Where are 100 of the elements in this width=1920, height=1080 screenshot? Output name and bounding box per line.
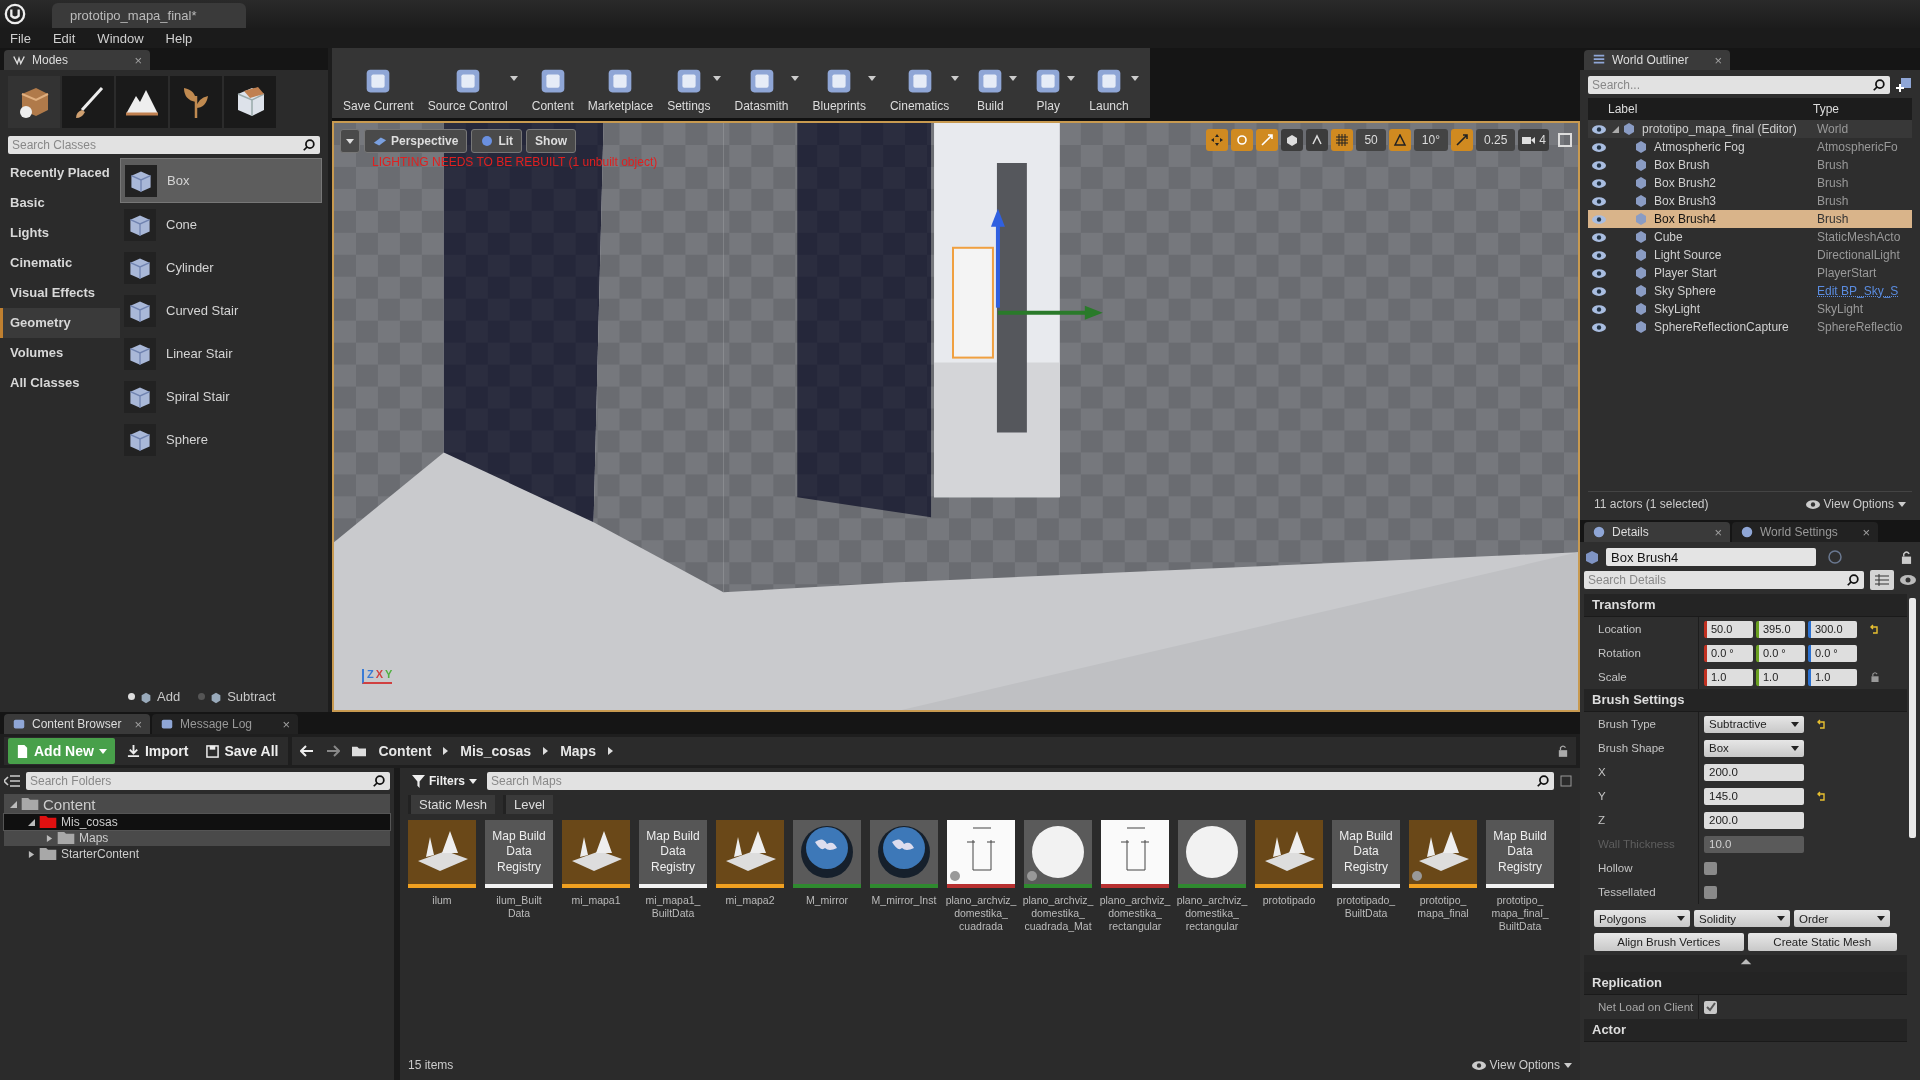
checkbox[interactable]	[1704, 861, 1717, 875]
asset-tile[interactable]: mi_mapa1	[562, 820, 630, 908]
paint-mode-button[interactable]	[62, 76, 114, 128]
folder-item[interactable]: Content	[4, 794, 390, 814]
outliner-row[interactable]: Atmospheric Fog AtmosphericFo	[1588, 138, 1912, 156]
sources-toggle-icon[interactable]	[4, 774, 20, 788]
eye-icon[interactable]	[1592, 160, 1606, 170]
import-button[interactable]: Import	[120, 738, 195, 764]
toolbar-button[interactable]: Datasmith	[727, 50, 796, 116]
vector-field[interactable]: 0.0 °	[1704, 644, 1753, 662]
toolbar-button[interactable]: Launch	[1082, 50, 1136, 116]
placeable-item[interactable]: Sphere	[120, 418, 322, 461]
menu-item[interactable]: Edit	[52, 30, 76, 46]
panel-tab[interactable]: Details ×	[1584, 522, 1730, 542]
close-icon[interactable]: ×	[134, 52, 142, 68]
asset-tile[interactable]: plano_archviz_ domestika_ cuadrada	[947, 820, 1015, 934]
column-header[interactable]: Type	[1813, 102, 1912, 116]
folder-item[interactable]: Mis_cosas	[4, 814, 390, 830]
asset-tile[interactable]: Map Build Data Registry prototipo_ mapa_final_ BuiltData	[1486, 820, 1554, 934]
caret-icon[interactable]	[1067, 76, 1076, 81]
help-icon[interactable]	[1828, 550, 1842, 564]
breadcrumb-link[interactable]: Maps	[560, 743, 596, 759]
panel-tab[interactable]: Content Browser ×	[4, 714, 150, 734]
forward-icon[interactable]	[326, 745, 341, 757]
eye-icon[interactable]	[1592, 268, 1606, 278]
collapse-advanced-icon[interactable]	[1739, 959, 1752, 966]
number-field[interactable]: 200.0	[1704, 763, 1804, 781]
placeable-item[interactable]: Linear Stair	[120, 332, 322, 375]
arrow-icon[interactable]	[543, 747, 549, 755]
asset-tile[interactable]: plano_archviz_ domestika_ rectangular	[1178, 820, 1246, 934]
asset-tile[interactable]: mi_mapa2	[716, 820, 784, 908]
section-header[interactable]: Brush Settings	[1584, 689, 1907, 712]
vector-field[interactable]: 0.0 °	[1756, 644, 1805, 662]
add-folder-icon[interactable]	[1896, 77, 1912, 93]
reset-icon[interactable]	[1817, 719, 1827, 729]
category-item[interactable]: Recently Placed	[0, 158, 120, 188]
maximize-icon[interactable]	[1558, 133, 1572, 147]
dropdown[interactable]: Solidity	[1694, 910, 1790, 927]
unlock-icon[interactable]	[1870, 672, 1880, 682]
vector-field[interactable]: 1.0	[1704, 668, 1753, 686]
expander-icon[interactable]	[28, 850, 35, 858]
outliner-row[interactable]: prototipo_mapa_final (Editor) World	[1588, 120, 1912, 138]
landscape-mode-button[interactable]	[116, 76, 168, 128]
lock-icon[interactable]	[1558, 745, 1568, 757]
geometry-mode-button[interactable]	[224, 76, 276, 128]
arrow-icon[interactable]	[443, 747, 449, 755]
section-header[interactable]: Actor	[1584, 1019, 1907, 1042]
vector-field[interactable]: 50.0	[1704, 620, 1753, 638]
perspective-button[interactable]: Perspective	[364, 129, 468, 153]
search-details-field[interactable]: Search Details	[1584, 571, 1864, 589]
asset-tile[interactable]: M_mirror_Inst	[870, 820, 938, 908]
category-item[interactable]: Cinematic	[0, 248, 120, 278]
outliner-row[interactable]: Box Brush Brush	[1588, 156, 1912, 174]
asset-tile[interactable]: prototipado	[1255, 820, 1323, 908]
brush-mode-radio[interactable]: Add	[128, 689, 181, 704]
outliner-row[interactable]: Box Brush4 Brush	[1588, 210, 1912, 228]
vector-field[interactable]: 1.0	[1808, 668, 1857, 686]
checkbox[interactable]	[1704, 885, 1717, 899]
menu-item[interactable]: Window	[97, 30, 144, 46]
panel-tab[interactable]: Message Log ×	[152, 714, 298, 734]
vector-field[interactable]: 395.0	[1756, 620, 1805, 638]
asset-tile[interactable]: M_mirror	[793, 820, 861, 908]
asset-tile[interactable]: plano_archviz_ domestika_ cuadrada_Mat	[1024, 820, 1092, 934]
world-outliner-tab[interactable]: World Outliner ×	[1584, 50, 1730, 70]
toolbar-button[interactable]: Play	[1024, 50, 1073, 116]
menu-item[interactable]: File	[10, 30, 31, 46]
dropdown[interactable]: Box	[1704, 739, 1804, 757]
toolbar-button[interactable]: Blueprints	[805, 50, 873, 116]
close-icon[interactable]: ×	[1714, 52, 1722, 68]
eye-icon[interactable]	[1592, 232, 1606, 242]
column-header[interactable]: Label	[1588, 102, 1813, 116]
eye-icon[interactable]	[1592, 214, 1606, 224]
category-item[interactable]: Geometry	[0, 308, 120, 338]
modes-tab[interactable]: Modes ×	[4, 50, 150, 70]
actor-name-field[interactable]: Box Brush4	[1606, 548, 1816, 566]
level-viewport[interactable]: Perspective Lit Show LIGHTING NEEDS TO BE REBUILT (1 unbuilt object) 50 10° 0.25 4 Z X Y	[332, 121, 1580, 712]
search-classes-field[interactable]: Search Classes	[8, 136, 320, 154]
category-item[interactable]: Volumes	[0, 338, 120, 368]
lit-button[interactable]: Lit	[471, 129, 523, 153]
menu-item[interactable]: Help	[165, 30, 193, 46]
close-icon[interactable]: ×	[1714, 524, 1722, 540]
placeable-item[interactable]: Curved Stair	[120, 289, 322, 332]
property-label[interactable]: Location	[1584, 617, 1699, 641]
view-options-button[interactable]: View Options	[1805, 497, 1906, 511]
translate-tool-button[interactable]	[1206, 129, 1229, 151]
eye-icon[interactable]	[1592, 322, 1606, 332]
filter-chip[interactable]: Level	[502, 795, 553, 814]
asset-tile[interactable]: Map Build Data Registry prototipado_ BuiltData	[1332, 820, 1400, 921]
rotate-tool-button[interactable]	[1231, 129, 1254, 151]
back-icon[interactable]	[300, 745, 315, 757]
caret-icon[interactable]	[1009, 76, 1018, 81]
placeable-item[interactable]: Cylinder	[120, 246, 322, 289]
dropdown[interactable]: Subtractive	[1704, 715, 1804, 733]
brush-action-button[interactable]: Align Brush Vertices	[1594, 933, 1744, 951]
eye-icon[interactable]	[1592, 124, 1606, 134]
section-header[interactable]: Replication	[1584, 972, 1907, 995]
dropdown[interactable]: Polygons	[1594, 910, 1690, 927]
property-matrix-button[interactable]	[1870, 570, 1894, 590]
filters-button[interactable]: Filters	[408, 774, 481, 788]
outliner-row[interactable]: Box Brush2 Brush	[1588, 174, 1912, 192]
